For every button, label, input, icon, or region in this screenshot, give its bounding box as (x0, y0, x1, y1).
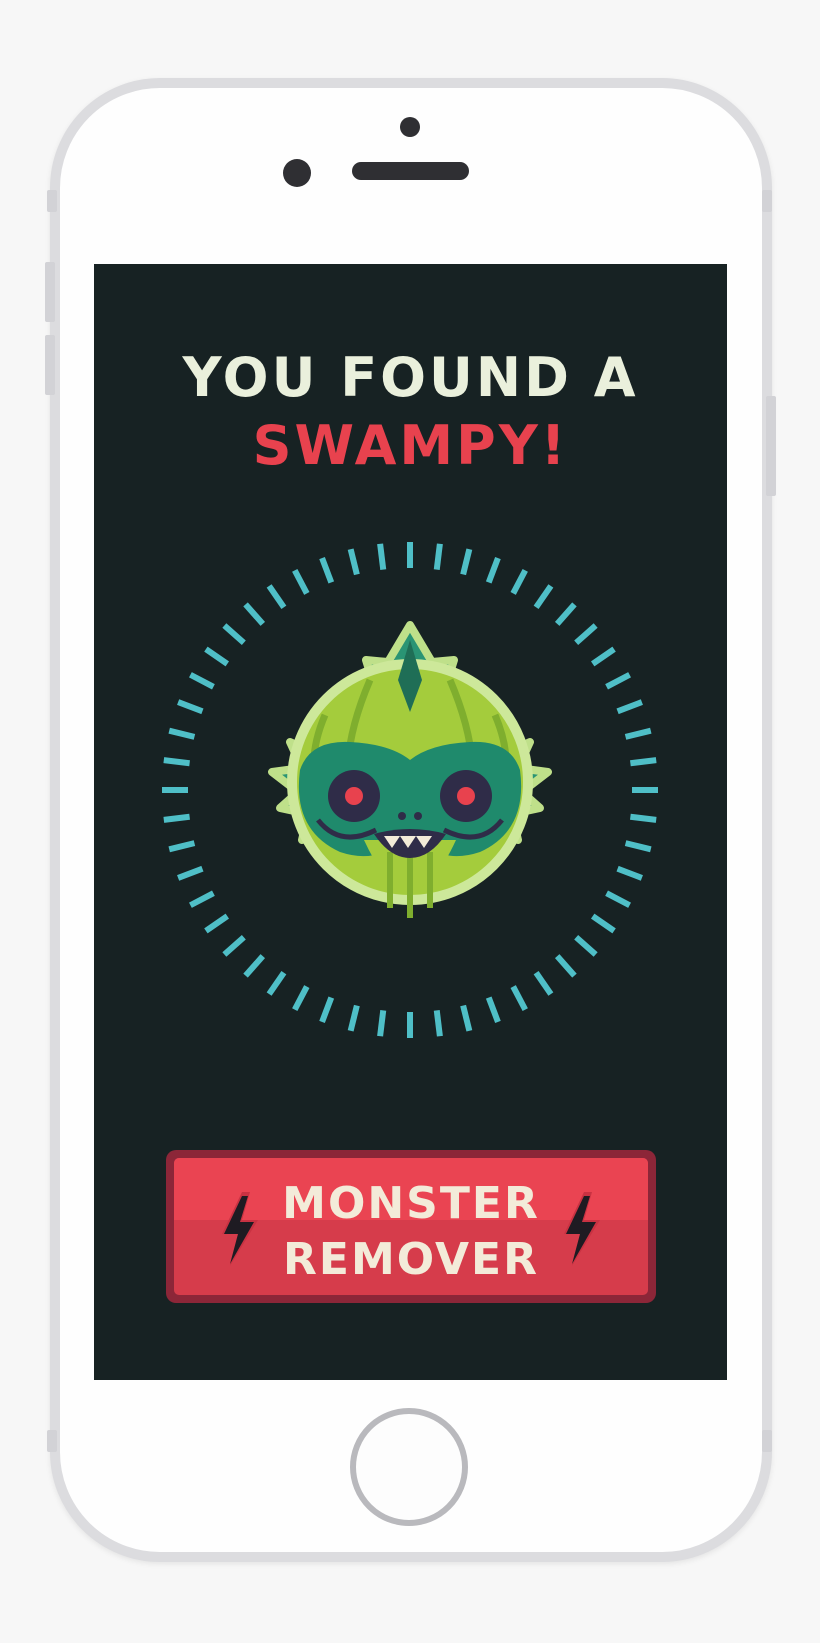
radar-tick (177, 865, 204, 881)
radar-tick (574, 934, 598, 957)
radar-tick (510, 985, 528, 1011)
radar-tick (319, 996, 335, 1023)
radar-tick (243, 954, 266, 978)
radar-tick (189, 890, 215, 908)
radar-ring (162, 542, 658, 1038)
radar-tick (163, 813, 190, 823)
radar-tick (292, 569, 310, 595)
radar-tick (377, 543, 387, 570)
mute-switch (47, 190, 57, 212)
radar-tick (485, 557, 501, 584)
radar-tick (510, 569, 528, 595)
radar-tick (574, 623, 598, 646)
monster-remover-button[interactable]: MONSTER REMOVER (166, 1150, 656, 1303)
side-marker-right-bottom (762, 1430, 772, 1452)
radar-tick (243, 602, 266, 626)
radar-tick (624, 840, 652, 853)
front-camera (283, 159, 311, 187)
radar-tick (204, 913, 230, 934)
radar-tick (266, 970, 287, 996)
swamp-monster-icon (268, 621, 552, 918)
side-marker-left (47, 1430, 57, 1452)
radar-tick (168, 840, 196, 853)
radar-tick (433, 1010, 443, 1037)
volume-up-button (45, 262, 55, 322)
volume-down-button (45, 335, 55, 395)
radar-tick (554, 602, 577, 626)
radar-tick (347, 1004, 360, 1032)
radar-tick (319, 557, 335, 584)
radar-tick (616, 699, 643, 715)
radar-tick (630, 757, 657, 767)
radar-tick (630, 813, 657, 823)
radar-tick (460, 1004, 473, 1032)
radar-tick (433, 543, 443, 570)
radar-tick (177, 699, 204, 715)
proximity-sensor (400, 117, 420, 137)
earpiece-speaker (352, 162, 469, 180)
home-button[interactable] (350, 1408, 468, 1526)
radar-tick (377, 1010, 387, 1037)
radar-tick (590, 913, 616, 934)
radar-tick (347, 548, 360, 576)
radar-tick (605, 890, 631, 908)
radar-tick (204, 646, 230, 667)
radar-tick (605, 672, 631, 690)
radar-tick (616, 865, 643, 881)
monster-name: SWAMPY! (252, 414, 569, 477)
radar-tick (168, 727, 196, 740)
radar-tick (624, 727, 652, 740)
side-marker-right-top (762, 190, 772, 212)
lightning-bolt-icon (564, 1192, 600, 1266)
radar-tick (554, 954, 577, 978)
radar-tick (163, 757, 190, 767)
power-button (766, 396, 776, 496)
radar-tick (266, 584, 287, 610)
radar-tick (222, 934, 246, 957)
radar-tick (189, 672, 215, 690)
radar-tick (222, 623, 246, 646)
app-screen: YOU FOUND A SWAMPY! MONSTER REMOVER (94, 264, 727, 1380)
radar-tick (292, 985, 310, 1011)
found-title: YOU FOUND A (182, 346, 639, 409)
radar-tick (590, 646, 616, 667)
radar-tick (533, 584, 554, 610)
radar-tick (485, 996, 501, 1023)
radar-tick (533, 970, 554, 996)
radar-tick (460, 548, 473, 576)
